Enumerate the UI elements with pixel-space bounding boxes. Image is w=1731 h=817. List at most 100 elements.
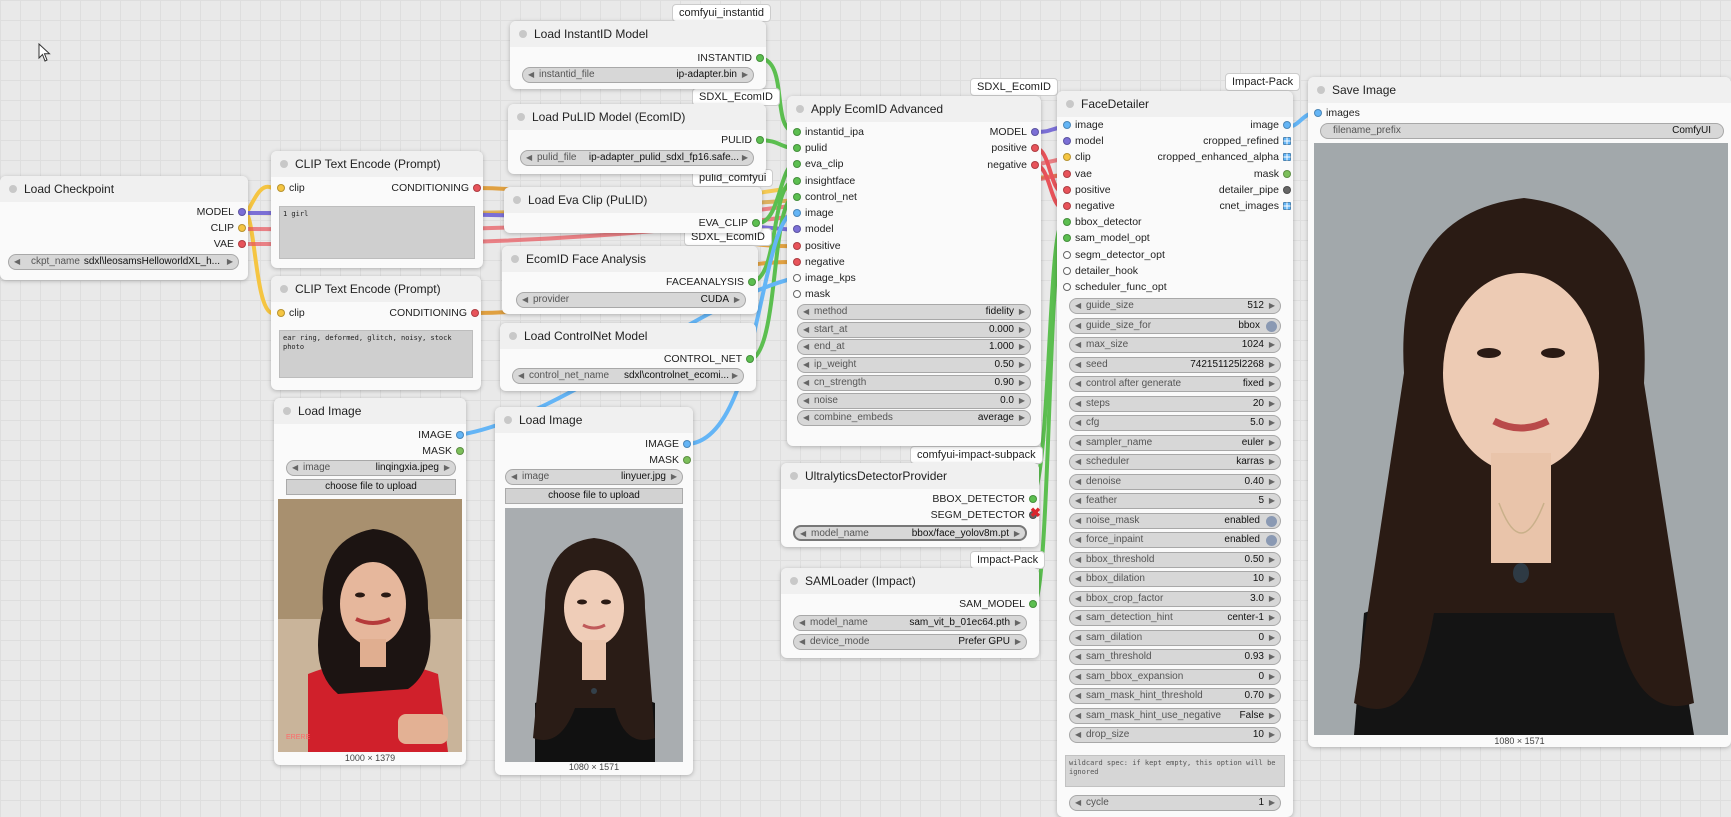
arrow-right-icon[interactable]: ▶ (1015, 616, 1021, 630)
node-title[interactable]: Save Image (1308, 77, 1731, 103)
socket-icon[interactable] (1063, 218, 1071, 227)
arrow-right-icon[interactable]: ▶ (1269, 299, 1275, 313)
arrow-left-icon[interactable]: ◀ (1075, 670, 1081, 684)
widget-feather[interactable]: ◀ feather 5 ▶ (1069, 493, 1281, 509)
arrow-left-icon[interactable]: ◀ (1075, 796, 1081, 810)
output-cropped-refined[interactable]: cropped_refined (1133, 133, 1293, 149)
socket-icon[interactable] (1063, 153, 1071, 162)
node-title[interactable]: Load Image (274, 398, 466, 424)
cycle-widget[interactable]: ◀ cycle 1 ▶ (1069, 795, 1281, 811)
arrow-right-icon[interactable]: ▶ (1269, 397, 1275, 411)
arrow-right-icon[interactable]: ▶ (734, 293, 740, 307)
arrow-right-icon[interactable]: ▶ (1269, 796, 1275, 810)
input-instantid-ipa[interactable]: instantid_ipa (791, 124, 864, 140)
output-detailer-pipe[interactable]: detailer_pipe (1133, 182, 1293, 198)
arrow-right-icon[interactable]: ▶ (444, 461, 450, 475)
node-title[interactable]: Apply EcomID Advanced (787, 96, 1041, 122)
arrow-left-icon[interactable]: ◀ (1075, 494, 1081, 508)
model-name-widget[interactable]: ◀ model_name bbox/face_yolov8m.pt ▶ (793, 525, 1027, 541)
arrow-right-icon[interactable]: ▶ (1269, 670, 1275, 684)
arrow-right-icon[interactable]: ▶ (1015, 635, 1021, 649)
node-face-analysis[interactable]: EcomID Face Analysis FACEANALYSIS ◀ provi… (502, 246, 758, 314)
socket-conditioning-icon[interactable] (473, 184, 481, 192)
filename-prefix-widget[interactable]: filename_prefix ComfyUI (1320, 123, 1724, 139)
socket-icon[interactable] (793, 258, 801, 266)
node-clip-text-encode-negative[interactable]: CLIP Text Encode (Prompt) clip CONDITION… (271, 276, 481, 390)
arrow-right-icon[interactable]: ▶ (671, 470, 677, 484)
input-insightface[interactable]: insightface (791, 173, 855, 189)
node-load-image-2[interactable]: Load Image IMAGE MASK ◀ image linyuer.jpg ▶… (495, 407, 693, 775)
arrow-left-icon[interactable]: ◀ (1075, 319, 1081, 333)
widget-bbox-threshold[interactable]: ◀ bbox_threshold 0.50 ▶ (1069, 551, 1281, 568)
output-image[interactable]: image (1133, 117, 1293, 133)
input-clip[interactable]: clip (275, 180, 305, 196)
choose-file-button[interactable]: choose file to upload (505, 488, 683, 504)
node-title[interactable]: CLIP Text Encode (Prompt) (271, 276, 481, 302)
node-load-controlnet[interactable]: Load ControlNet Model CONTROL_NET ◀ contr… (500, 323, 756, 391)
collapse-dot-icon[interactable] (1317, 86, 1325, 94)
collapse-dot-icon[interactable] (509, 332, 517, 340)
node-title[interactable]: Load InstantID Model (510, 21, 766, 47)
socket-icon[interactable] (1283, 169, 1291, 178)
widget-sam-dilation[interactable]: ◀ sam_dilation 0 ▶ (1069, 629, 1281, 646)
socket-icon[interactable] (793, 160, 801, 168)
arrow-left-icon[interactable]: ◀ (518, 369, 524, 383)
arrow-left-icon[interactable]: ◀ (1075, 397, 1081, 411)
output-image[interactable]: IMAGE (593, 436, 693, 452)
socket-images-icon[interactable] (1314, 109, 1322, 117)
prompt-textarea[interactable]: 1 girl (279, 206, 475, 259)
arrow-left-icon[interactable]: ◀ (800, 527, 806, 539)
arrow-left-icon[interactable]: ◀ (1075, 358, 1081, 372)
socket-icon[interactable] (1063, 250, 1071, 259)
socket-icon[interactable] (1283, 121, 1291, 129)
collapse-dot-icon[interactable] (9, 185, 17, 193)
arrow-left-icon[interactable]: ◀ (1075, 475, 1081, 489)
node-load-eva-clip[interactable]: Load Eva Clip (PuLID) EVA_CLIP (504, 187, 762, 233)
input-bbox-detector[interactable]: bbox_detector (1061, 214, 1142, 230)
node-load-pulid[interactable]: Load PuLID Model (EcomID) PULID ◀ pulid_f… (508, 104, 766, 174)
input-image-kps[interactable]: image_kps (791, 270, 856, 286)
input-clip[interactable]: clip (275, 305, 305, 321)
widget-seed[interactable]: ◀ seed 742151125l2268 ▶ (1069, 356, 1281, 373)
socket-mask-icon[interactable] (683, 456, 691, 464)
widget-bbox-crop-factor[interactable]: ◀ bbox_crop_factor 3.0 ▶ (1069, 590, 1281, 607)
arrow-right-icon[interactable]: ▶ (1019, 376, 1025, 390)
socket-mask-icon[interactable] (456, 447, 464, 455)
socket-clip-icon[interactable] (238, 224, 246, 232)
arrow-left-icon[interactable]: ◀ (1075, 533, 1081, 547)
output-conditioning[interactable]: CONDITIONING (363, 180, 483, 196)
arrow-left-icon[interactable]: ◀ (803, 305, 809, 319)
instantid-file-widget[interactable]: ◀ instantid_file ip-adapter.bin ▶ (522, 67, 754, 83)
image-select-widget[interactable]: ◀ image linyuer.jpg ▶ (505, 469, 683, 485)
prompt-textarea[interactable]: ear ring, deformed, glitch, noisy, stock… (279, 330, 473, 378)
socket-icon[interactable] (1063, 283, 1071, 291)
node-save-image[interactable]: Save Image images filename_prefix ComfyUI… (1308, 77, 1731, 747)
socket-clip-icon[interactable] (277, 184, 285, 192)
input-images[interactable]: images (1312, 105, 1360, 121)
widget-max-size[interactable]: ◀ max_size 1024 ▶ (1069, 337, 1281, 353)
widget-end-at[interactable]: ◀ end_at 1.000 ▶ (797, 339, 1031, 356)
input-vae[interactable]: vae (1061, 166, 1092, 182)
socket-icon[interactable] (1063, 202, 1071, 210)
arrow-right-icon[interactable]: ▶ (1019, 411, 1025, 425)
node-title[interactable]: EcomID Face Analysis (502, 246, 758, 272)
toggle-knob-icon[interactable] (1266, 535, 1277, 546)
arrow-left-icon[interactable]: ◀ (803, 323, 809, 337)
socket-icon[interactable] (1031, 161, 1039, 169)
arrow-left-icon[interactable]: ◀ (1075, 416, 1081, 430)
output-cropped-enhanced-alpha[interactable]: cropped_enhanced_alpha (1133, 149, 1293, 165)
widget-denoise[interactable]: ◀ denoise 0.40 ▶ (1069, 473, 1281, 490)
node-title[interactable]: Load Image (495, 407, 693, 433)
input-model[interactable]: model (1061, 133, 1104, 149)
widget-control-after-generate[interactable]: ◀ control after generate fixed ▶ (1069, 376, 1281, 392)
widget-sampler-name[interactable]: ◀ sampler_name euler ▶ (1069, 434, 1281, 451)
collapse-dot-icon[interactable] (511, 255, 519, 263)
collapse-dot-icon[interactable] (283, 407, 291, 415)
socket-icon[interactable] (793, 225, 801, 233)
socket-instantid-icon[interactable] (756, 54, 764, 62)
collapse-dot-icon[interactable] (796, 105, 804, 113)
widget-steps[interactable]: ◀ steps 20 ▶ (1069, 395, 1281, 412)
arrow-left-icon[interactable]: ◀ (1075, 338, 1081, 352)
arrow-left-icon[interactable]: ◀ (1075, 689, 1081, 703)
collapse-dot-icon[interactable] (504, 416, 512, 424)
